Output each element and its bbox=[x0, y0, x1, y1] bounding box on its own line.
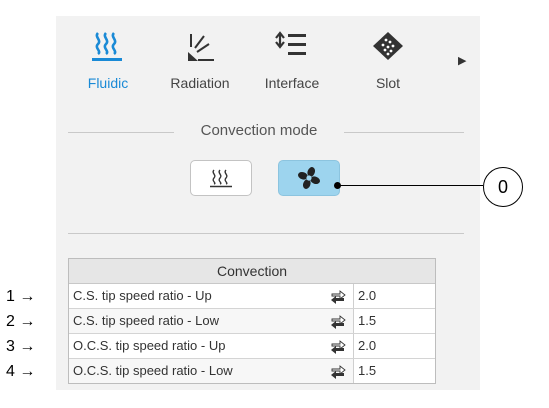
callout-number: 2 bbox=[6, 313, 15, 330]
link-arrows-icon[interactable] bbox=[329, 288, 347, 304]
tab-label: Radiation bbox=[170, 75, 230, 91]
parameter-value-field[interactable]: 2.0 bbox=[353, 334, 435, 358]
tab-slot[interactable]: Slot bbox=[348, 26, 428, 96]
tab-fluidic[interactable]: Fluidic bbox=[68, 26, 148, 96]
parameter-value-field[interactable]: 1.5 bbox=[353, 359, 435, 383]
section-divider bbox=[68, 233, 464, 234]
parameter-name: C.S. tip speed ratio - Up bbox=[73, 288, 212, 303]
callout-arrow: → bbox=[19, 338, 36, 355]
table-row: O.C.S. tip speed ratio - Up 2.0 bbox=[69, 334, 435, 359]
parameter-name: C.S. tip speed ratio - Low bbox=[73, 313, 219, 328]
fan-callout-badge: 0 bbox=[483, 167, 523, 207]
tab-label: Fluidic bbox=[87, 75, 129, 91]
link-arrows-icon[interactable] bbox=[329, 313, 347, 329]
convection-table: Convection C.S. tip speed ratio - Up 2.0… bbox=[68, 258, 436, 384]
tabs-scroll-right-icon[interactable]: ▶ bbox=[458, 54, 466, 67]
heat-mode-button[interactable] bbox=[190, 160, 252, 196]
interface-icon bbox=[275, 31, 306, 55]
row-callout: 2 → bbox=[6, 312, 35, 332]
parameter-value-field[interactable]: 1.5 bbox=[353, 309, 435, 333]
heat-waves-icon bbox=[210, 169, 232, 188]
parameter-name: O.C.S. tip speed ratio - Up bbox=[73, 338, 226, 353]
row-callout: 3 → bbox=[6, 337, 35, 357]
row-callout: 4 → bbox=[6, 362, 35, 382]
callout-number: 1 bbox=[6, 288, 15, 305]
callout-leader-dot bbox=[334, 182, 341, 189]
row-callout: 1 → bbox=[6, 287, 35, 307]
table-row: C.S. tip speed ratio - Low 1.5 bbox=[69, 309, 435, 334]
convection-mode-title: Convection mode bbox=[174, 122, 344, 139]
radiation-icon bbox=[188, 34, 214, 61]
table-header: Convection bbox=[69, 259, 435, 284]
tab-radiation[interactable]: Radiation bbox=[160, 26, 240, 96]
parameter-name: O.C.S. tip speed ratio - Low bbox=[73, 363, 233, 378]
link-arrows-icon[interactable] bbox=[329, 363, 347, 379]
link-arrows-icon[interactable] bbox=[329, 338, 347, 354]
fan-icon bbox=[298, 167, 320, 189]
callout-leader-line bbox=[337, 185, 483, 186]
callout-number: 3 bbox=[6, 338, 15, 355]
tab-label: Slot bbox=[375, 75, 401, 91]
callout-arrow: → bbox=[19, 288, 36, 305]
fan-mode-button[interactable] bbox=[278, 160, 340, 196]
callout-number: 4 bbox=[6, 363, 15, 380]
callout-arrow: → bbox=[19, 363, 36, 380]
tab-label: Interface bbox=[264, 75, 320, 91]
table-row: C.S. tip speed ratio - Up 2.0 bbox=[69, 284, 435, 309]
table-row: O.C.S. tip speed ratio - Low 1.5 bbox=[69, 359, 435, 383]
slot-icon bbox=[373, 32, 403, 60]
tab-interface[interactable]: Interface bbox=[252, 26, 332, 96]
convection-panel: Fluidic Radiation Interface Slot ▶ Conve… bbox=[56, 16, 480, 390]
callout-arrow: → bbox=[19, 313, 36, 330]
fluidic-heat-icon bbox=[92, 32, 122, 61]
parameter-value-field[interactable]: 2.0 bbox=[353, 284, 435, 308]
